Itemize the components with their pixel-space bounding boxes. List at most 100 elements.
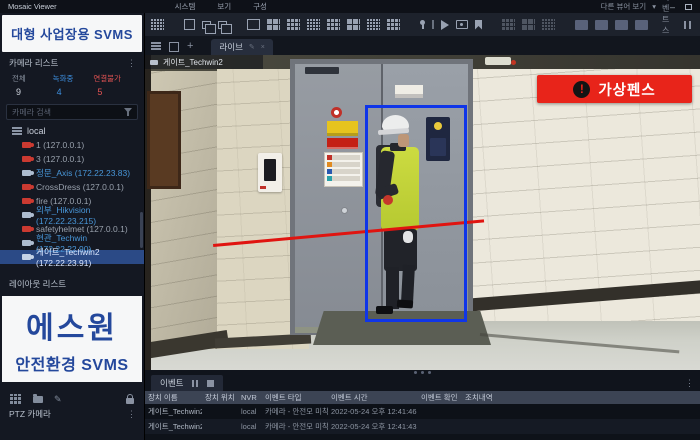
camera-item-axis[interactable]: 정문_Axis (172.22.23.83) [0,166,144,180]
stat-disconnected-value: 5 [97,87,102,97]
event-row[interactable]: 게이트_Techwin2 local 카메라 - 안전모 미착용 2022-05… [145,404,700,419]
layout-list-title: 레이아웃 리스트 [9,278,66,290]
saved-layout-icon[interactable] [595,20,608,30]
view-tabbar: + 라이브 ✎ × [145,36,700,55]
minimize-button[interactable]: – [670,4,675,10]
col-type[interactable]: 이벤트 타입 [262,391,328,404]
layout-grid-icon[interactable] [10,394,22,404]
layout-2plus8-icon[interactable] [367,19,380,30]
col-nvr[interactable]: NVR [238,391,262,404]
duplicate-view-icon[interactable] [202,21,211,29]
tab-events[interactable]: 이벤트 [151,375,223,391]
event-action [462,404,700,419]
col-location[interactable]: 장치 위치 [202,391,238,404]
menu-config[interactable]: 구성 [253,1,267,12]
maximize-button[interactable] [685,4,692,10]
event-panel: 이벤트 ⋮ 장치 이름 장치 위치 NVR 이벤트 타입 [145,375,700,440]
tab-close-icon[interactable]: × [261,44,265,51]
menu-view[interactable]: 보기 [217,1,231,12]
stat-recording-label: 녹화중 [53,73,74,84]
new-view-icon[interactable] [218,21,227,29]
bookmark-icon[interactable] [475,20,482,30]
preset-grid-icon[interactable] [542,19,555,30]
saved-layout-icon[interactable] [635,20,648,30]
scene-sprinkler [511,60,516,65]
col-action[interactable]: 조치내역 [462,391,700,404]
event-type: 카메라 - 안전모 미착용 [262,419,328,434]
scene-warning-sign-yellow [327,121,358,136]
main-area: 이벤트 스냅샷 + 라이브 ✎ × [145,13,700,440]
col-device[interactable]: 장치 이름 [145,391,202,404]
preset-grid-icon[interactable] [502,19,515,30]
stat-total-label: 전체 [12,73,26,84]
camera-item-crossdress[interactable]: CrossDress (127.0.0.1) [0,180,144,194]
camera-icon [22,170,31,176]
layout-1plus7-icon[interactable] [347,19,360,30]
event-confirm [418,419,462,434]
view-other-dropdown[interactable]: 다른 뷰어 보기 ▾ [601,1,656,12]
splitter-handle-icon [421,371,424,374]
kebab-menu-icon[interactable]: ⋮ [127,58,136,69]
pin-icon[interactable] [420,20,425,25]
camera-item-1[interactable]: 1 (127.0.0.1) [0,138,144,152]
event-table-header: 장치 이름 장치 위치 NVR 이벤트 타입 이벤트 시간 이벤트 확인 조치내… [145,391,700,404]
video-tile[interactable]: 게이트_Techwin2 ! 가상펜스 [145,55,700,370]
folder-icon[interactable] [33,396,43,403]
scene-card-reader [258,153,282,192]
layout-custom-icon[interactable] [387,19,400,30]
app-title: Mosaic Viewer [8,2,57,11]
camera-item-techwin2-selected[interactable]: 게이트_Techwin2 (172.22.23.91) [0,250,144,264]
camera-list-scrollbar[interactable] [140,212,143,248]
scene-checklist-poster [324,152,363,187]
camera-item-hikvision[interactable]: 외부_Hikvision (172.22.23.215) [0,208,144,222]
camera-search-input[interactable] [12,108,124,117]
window-buttons: – [670,4,692,10]
layout-3x3-icon[interactable] [287,19,300,30]
event-row[interactable]: 게이트_Techwin2 local 카메라 - 안전모 미착용 2022-05… [145,419,700,434]
saved-layout-icon[interactable] [575,20,588,30]
stat-total: 전체 9 [12,73,53,97]
server-icon [12,127,22,135]
camera-list-header: 카메라 리스트 ⋮ [0,55,144,71]
layout-1x1-icon[interactable] [247,19,260,30]
camera-item-label: 게이트_Techwin2 (172.22.23.91) [36,246,144,268]
filter-icon[interactable] [124,108,132,116]
preset-grid-icon[interactable] [522,19,535,30]
scene-door-knob [341,207,348,214]
ptz-title: PTZ 카메라 [9,408,51,420]
tab-live[interactable]: 라이브 ✎ × [211,39,272,55]
kebab-menu-icon[interactable]: ⋮ [685,378,694,389]
mosaic-viewer-app: Mosaic Viewer 시스템 보기 구성 다른 뷰어 보기 ▾ – 대형 … [0,0,700,440]
titlebar: Mosaic Viewer 시스템 보기 구성 다른 뷰어 보기 ▾ – [0,0,700,13]
tab-edit-icon[interactable]: ✎ [249,43,255,51]
layout-4x4-icon[interactable] [307,19,320,30]
layout-toolbar: ✎ [0,392,144,406]
fullscreen-icon[interactable] [184,19,195,30]
camera-item-label: 1 (127.0.0.1) [36,140,84,150]
menu-icon[interactable] [151,42,161,50]
lock-icon[interactable] [126,398,134,404]
event-device: 게이트_Techwin2 [145,419,202,434]
layout-1plus5-icon[interactable] [327,19,340,30]
view-other-label: 다른 뷰어 보기 [601,1,647,12]
mosaic-grid-icon[interactable] [151,19,164,30]
add-window-icon[interactable] [169,42,179,52]
kebab-menu-icon[interactable]: ⋮ [127,409,136,420]
edit-icon[interactable]: ✎ [54,394,62,405]
snapshot-camera-icon[interactable] [456,20,468,29]
clear-events-icon[interactable] [207,380,214,387]
camera-item-3[interactable]: 3 (127.0.0.1) [0,152,144,166]
pause-icon[interactable] [684,21,691,29]
add-tab-icon[interactable]: + [187,40,193,52]
saved-layout-icon[interactable] [615,20,628,30]
play-icon[interactable] [441,20,449,30]
server-label: local [27,126,46,136]
tree-server-local[interactable]: local [0,124,144,138]
camera-tree: local 1 (127.0.0.1) 3 (127.0.0.1) 정문_Axi… [0,124,144,276]
layout-2x2-icon[interactable] [267,19,280,30]
col-time[interactable]: 이벤트 시간 [328,391,418,404]
menu-system[interactable]: 시스템 [175,1,196,12]
col-confirm[interactable]: 이벤트 확인 [418,391,462,404]
pause-events-icon[interactable] [192,380,198,387]
layout-list-header: 레이아웃 리스트 [0,276,144,292]
